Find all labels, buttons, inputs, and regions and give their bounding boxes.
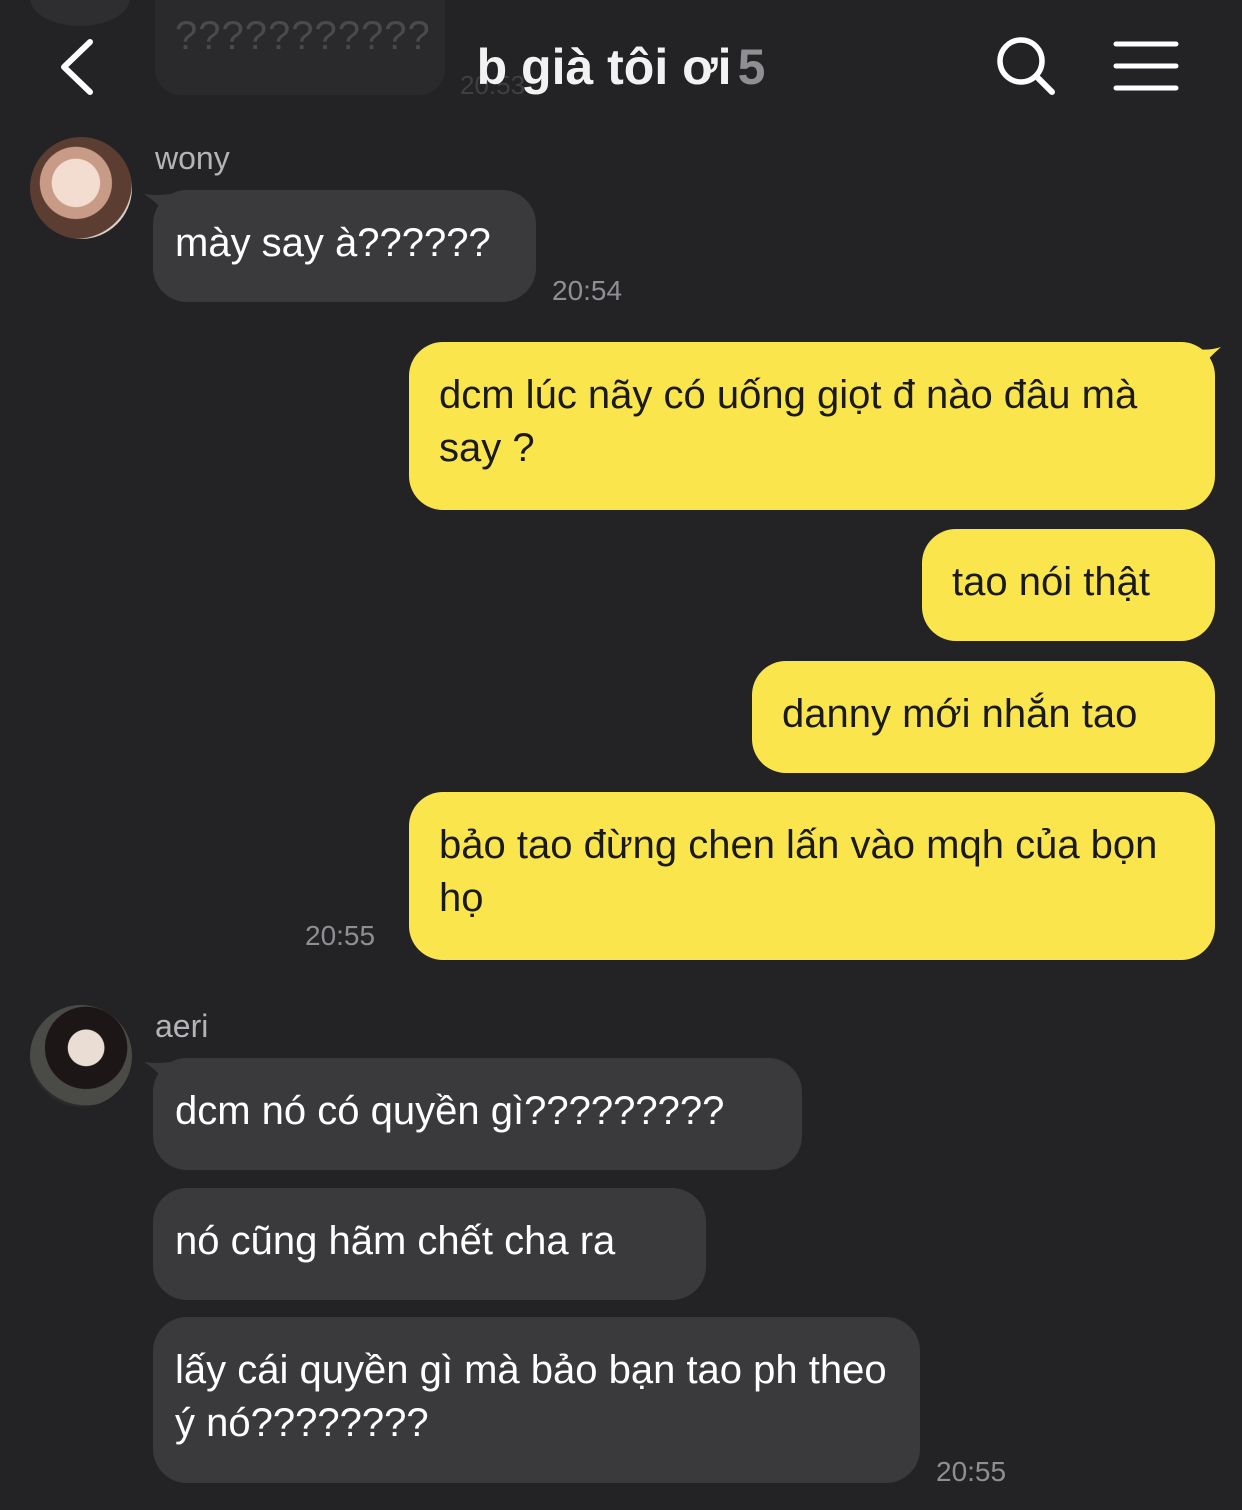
message-time: 20:55 (936, 1456, 1007, 1487)
message-bubble[interactable]: dcm lúc nãy có uống giọt đ nào đâu mà sa… (409, 342, 1215, 510)
message-bubble[interactable]: lấy cái quyền gì mà bảo bạn tao ph theo … (153, 1317, 920, 1483)
message-bubble[interactable]: danny mới nhắn tao (752, 661, 1215, 773)
message-bubble[interactable]: mày say à?????? (153, 190, 536, 302)
search-button[interactable] (990, 30, 1060, 100)
avatar-wony[interactable] (30, 137, 132, 239)
hamburger-menu-icon (1113, 41, 1179, 91)
sender-name-aeri: aeri (155, 1008, 209, 1044)
sender-name-wony: wony (155, 140, 230, 176)
chat-header: b già tôi ơi 5 (0, 0, 1242, 130)
avatar-aeri[interactable] (30, 1005, 132, 1107)
message-time: 20:55 (305, 920, 376, 951)
message-bubble[interactable]: tao nói thật (922, 529, 1215, 641)
chat-name: b già tôi ơi (476, 39, 732, 95)
message-time: 20:54 (552, 275, 623, 306)
message-bubble[interactable]: nó cũng hãm chết cha ra (153, 1188, 706, 1300)
search-icon (997, 37, 1055, 95)
message-bubble[interactable]: bảo tao đừng chen lấn vào mqh của bọn họ (409, 792, 1215, 960)
menu-button[interactable] (1110, 36, 1182, 96)
member-count: 5 (737, 39, 766, 95)
message-bubble[interactable]: dcm nó có quyền gì????????? (153, 1058, 802, 1170)
